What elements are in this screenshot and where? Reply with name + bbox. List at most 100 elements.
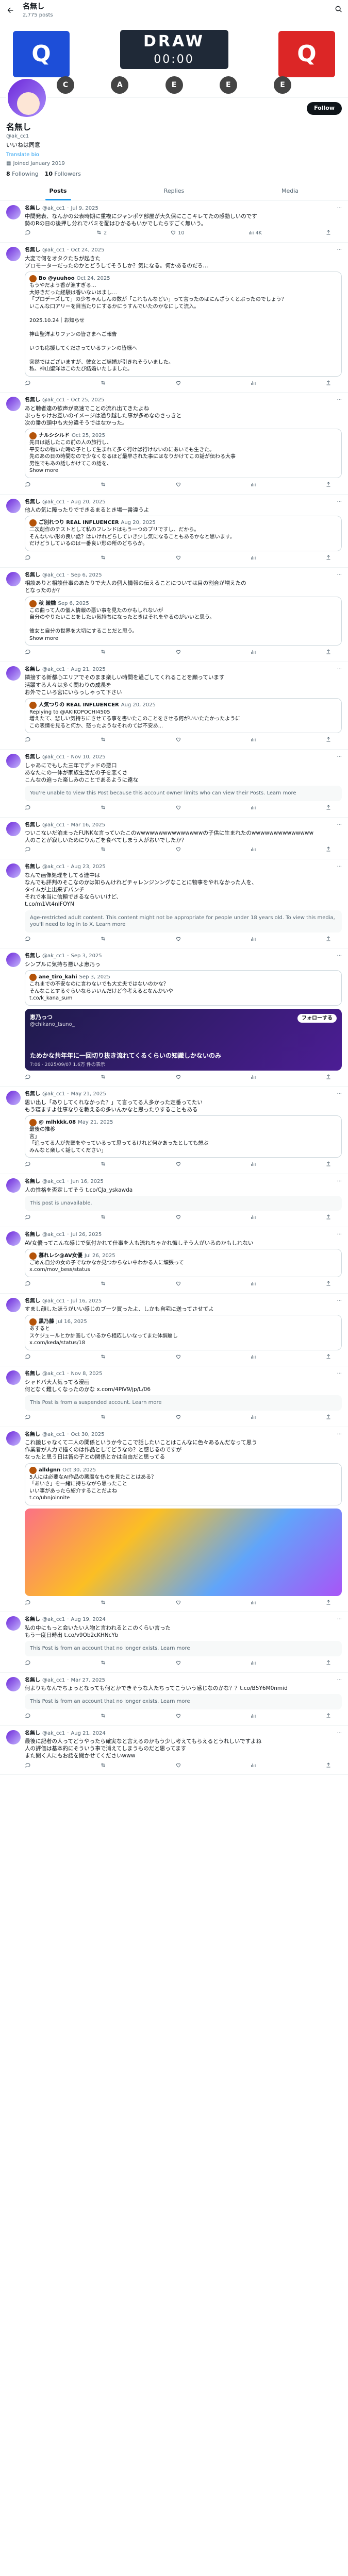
tweet-author-handle[interactable]: @ak_cc1 bbox=[42, 205, 65, 212]
more-options-icon[interactable]: ··· bbox=[337, 754, 342, 761]
tweet-date[interactable]: Sep 3, 2025 bbox=[71, 953, 102, 960]
like-button[interactable] bbox=[175, 804, 183, 813]
views-button[interactable] bbox=[250, 1074, 258, 1082]
following-link[interactable]: 8 Following bbox=[6, 171, 39, 178]
tweet-author-handle[interactable]: @ak_cc1 bbox=[42, 1431, 65, 1438]
retweet-button[interactable] bbox=[100, 1161, 108, 1170]
tweet-avatar[interactable] bbox=[6, 1231, 21, 1246]
tweet[interactable]: 名無し @ak_cc1 · Sep 3, 2025 ··· シンプルに気持ち悪いよ恵乃っ a… bbox=[0, 948, 348, 1087]
tweet-author-name[interactable]: 名無し bbox=[25, 1677, 40, 1684]
views-button[interactable]: 4K bbox=[248, 229, 262, 238]
tweet-author-handle[interactable]: @ak_cc1 bbox=[42, 1178, 65, 1185]
views-button[interactable] bbox=[250, 1762, 258, 1771]
reply-button[interactable] bbox=[25, 936, 32, 944]
share-button[interactable] bbox=[325, 1762, 332, 1771]
like-button[interactable] bbox=[175, 736, 183, 745]
tweet-avatar[interactable] bbox=[6, 205, 21, 219]
tweet-avatar[interactable] bbox=[6, 821, 21, 836]
quoted-tweet[interactable]: 秋 綾雛 Sep 6, 2025 この曲って人の個人情報の悪い事を見たのかもしれない… bbox=[25, 596, 342, 646]
tweet[interactable]: 名無し @ak_cc1 · Aug 23, 2025 ··· なんで画像処理をしてる連中は… bbox=[0, 859, 348, 949]
back-arrow-icon[interactable] bbox=[5, 5, 15, 15]
translate-bio-link[interactable]: Translate bio bbox=[6, 151, 342, 159]
tweet-author-handle[interactable]: @ak_cc1 bbox=[42, 397, 65, 404]
tweet-author-handle[interactable]: @ak_cc1 bbox=[42, 1231, 65, 1239]
reply-button[interactable] bbox=[25, 736, 32, 745]
share-button[interactable] bbox=[325, 846, 332, 855]
tweet-author-handle[interactable]: @ak_cc1 bbox=[42, 1677, 65, 1684]
tweet[interactable]: 名無し @ak_cc1 · Oct 25, 2025 ··· あと聴者達の歓声が高速でこと… bbox=[0, 393, 348, 495]
like-button[interactable] bbox=[175, 1659, 183, 1668]
search-icon[interactable] bbox=[335, 5, 343, 16]
more-options-icon[interactable]: ··· bbox=[337, 397, 342, 404]
views-button[interactable] bbox=[250, 846, 258, 855]
retweet-button[interactable] bbox=[100, 936, 108, 944]
tweet-author-handle[interactable]: @ak_cc1 bbox=[42, 499, 65, 506]
share-button[interactable] bbox=[325, 804, 332, 813]
like-button[interactable] bbox=[175, 481, 183, 490]
retweet-button[interactable] bbox=[100, 649, 108, 657]
like-button[interactable] bbox=[175, 554, 183, 563]
tweet-date[interactable]: Jul 16, 2025 bbox=[71, 1298, 102, 1305]
retweet-button[interactable] bbox=[100, 1762, 108, 1771]
quoted-tweet[interactable]: 黒乃藤 Jul 16, 2025 あすると スケジュールとか計画しているから相応しい… bbox=[25, 1315, 342, 1350]
like-button[interactable] bbox=[175, 1414, 183, 1422]
tweet-author-handle[interactable]: @ak_cc1 bbox=[42, 953, 65, 960]
like-button[interactable] bbox=[175, 1353, 183, 1362]
quoted-tweet[interactable]: ご別れつり REAL INFLUENCER Aug 20, 2025 二次創作のテス… bbox=[25, 516, 342, 551]
share-button[interactable] bbox=[325, 936, 332, 944]
quoted-tweet[interactable]: ane_tiro_kahi Sep 3, 2025 これまでの不安なのに言わないでも… bbox=[25, 970, 342, 1006]
views-button[interactable] bbox=[250, 1414, 258, 1422]
views-button[interactable] bbox=[250, 1161, 258, 1170]
views-button[interactable] bbox=[250, 554, 258, 563]
tweet-date[interactable]: Oct 30, 2025 bbox=[71, 1431, 104, 1438]
tweet-date[interactable]: Oct 24, 2025 bbox=[71, 247, 104, 254]
retweet-button[interactable] bbox=[100, 554, 108, 563]
views-button[interactable] bbox=[250, 736, 258, 745]
views-button[interactable] bbox=[250, 1280, 258, 1289]
tweet[interactable]: 名無し @ak_cc1 · Aug 21, 2025 ··· 隣接する新都心エリアでそのま… bbox=[0, 662, 348, 750]
tweet-avatar[interactable] bbox=[6, 1091, 21, 1106]
tweet-author-handle[interactable]: @ak_cc1 bbox=[42, 822, 65, 829]
reply-button[interactable] bbox=[25, 1762, 32, 1771]
retweet-button[interactable] bbox=[100, 1713, 108, 1721]
tweet-date[interactable]: Nov 10, 2025 bbox=[71, 754, 105, 761]
more-options-icon[interactable]: ··· bbox=[337, 1370, 342, 1378]
tweet-avatar[interactable] bbox=[6, 247, 21, 262]
tweet-avatar[interactable] bbox=[6, 1730, 21, 1744]
more-options-icon[interactable]: ··· bbox=[337, 1091, 342, 1098]
followers-link[interactable]: 10 Followers bbox=[45, 171, 81, 178]
views-button[interactable] bbox=[250, 481, 258, 490]
more-options-icon[interactable]: ··· bbox=[337, 1298, 342, 1305]
share-button[interactable] bbox=[325, 1280, 332, 1289]
tweet-date[interactable]: Sep 6, 2025 bbox=[71, 572, 102, 579]
tweet-avatar[interactable] bbox=[6, 571, 21, 586]
tweet[interactable]: 名無し @ak_cc1 · Jul 26, 2025 ··· AV女優ってこんな感じで気付… bbox=[0, 1227, 348, 1294]
views-button[interactable] bbox=[250, 804, 258, 813]
tweet-date[interactable]: Mar 27, 2025 bbox=[71, 1677, 105, 1684]
tweet-date[interactable]: Jul 26, 2025 bbox=[71, 1231, 102, 1239]
reply-button[interactable] bbox=[25, 229, 32, 238]
tweet-date[interactable]: Aug 20, 2025 bbox=[71, 499, 105, 506]
like-button[interactable] bbox=[175, 1161, 183, 1170]
retweet-button[interactable] bbox=[100, 1074, 108, 1082]
tweet[interactable]: 名無し @ak_cc1 · Aug 21, 2024 ··· 最後に記者の人ってどうやった… bbox=[0, 1726, 348, 1775]
embedded-image[interactable]: 恵乃っつ @chikano_tsuno_ フォローする ためかな共年年に一回切り抜き流… bbox=[25, 1008, 342, 1071]
reply-button[interactable] bbox=[25, 380, 32, 388]
quoted-tweet[interactable]: Bo @yuuhoo Oct 24, 2025 もうやだよう香が漁すぎる… 大好きだ… bbox=[25, 272, 342, 377]
tweet-author-handle[interactable]: @ak_cc1 bbox=[42, 1616, 65, 1623]
retweet-button[interactable]: 2 bbox=[96, 229, 107, 238]
share-button[interactable] bbox=[325, 1659, 332, 1668]
tweet-author-name[interactable]: 名無し bbox=[25, 1730, 40, 1737]
reply-button[interactable] bbox=[25, 1074, 32, 1082]
views-button[interactable] bbox=[250, 936, 258, 944]
reply-button[interactable] bbox=[25, 1414, 32, 1422]
tweet-avatar[interactable] bbox=[6, 754, 21, 769]
share-button[interactable] bbox=[325, 1214, 332, 1223]
tweet-avatar[interactable] bbox=[6, 1616, 21, 1631]
views-button[interactable] bbox=[250, 1713, 258, 1721]
tweet[interactable]: 名無し @ak_cc1 · Mar 16, 2025 ··· ついこないだ泊まったFUNK… bbox=[0, 818, 348, 860]
reply-button[interactable] bbox=[25, 1214, 32, 1223]
tweet-date[interactable]: Oct 25, 2025 bbox=[71, 397, 104, 404]
more-options-icon[interactable]: ··· bbox=[337, 822, 342, 829]
retweet-button[interactable] bbox=[100, 1659, 108, 1668]
